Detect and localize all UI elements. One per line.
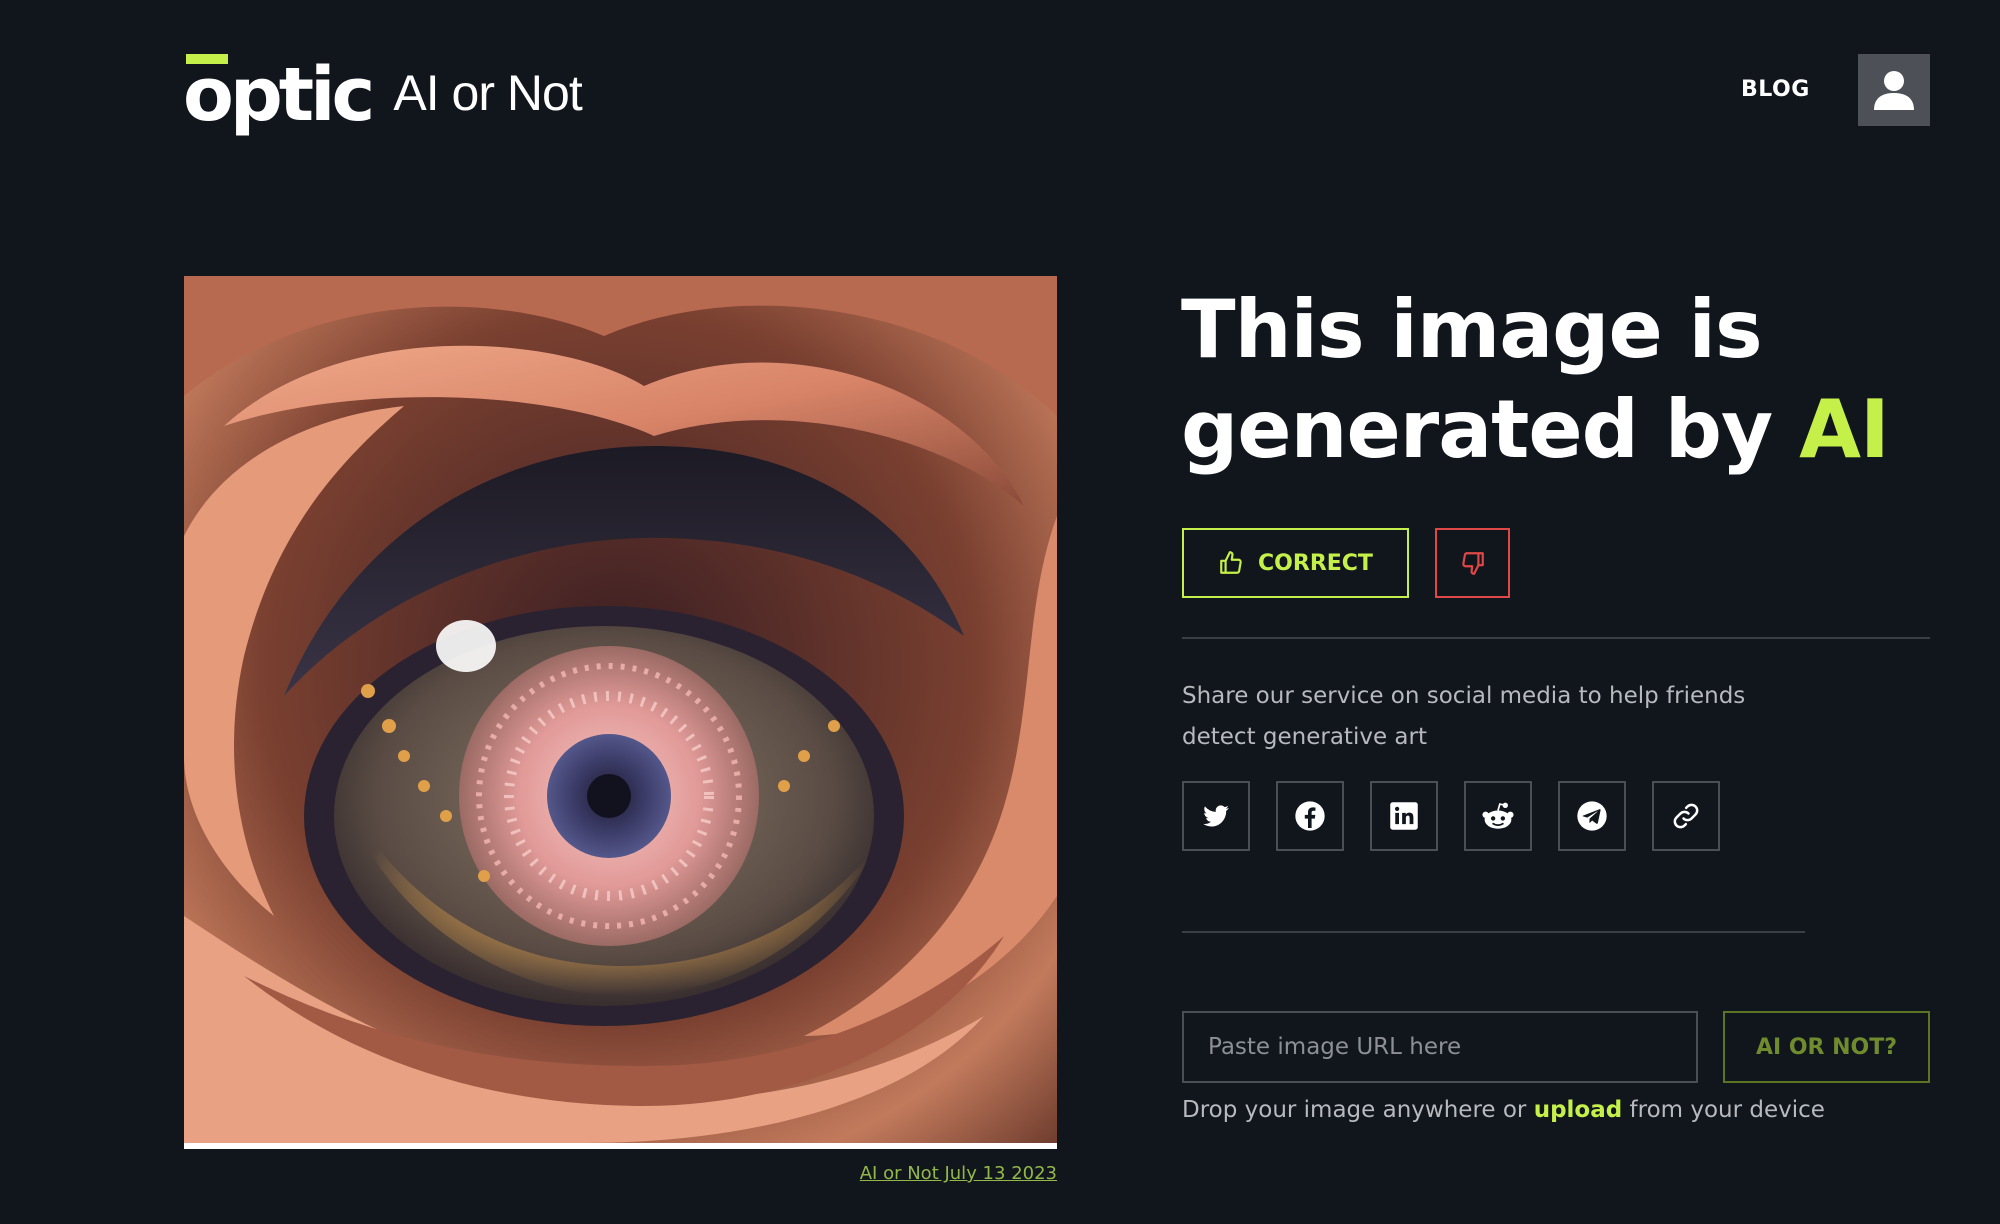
logo-wordmark: optic xyxy=(183,52,375,138)
share-twitter-button[interactable] xyxy=(1182,781,1250,851)
analyzed-image xyxy=(184,276,1057,1143)
link-icon xyxy=(1673,803,1699,829)
share-telegram-button[interactable] xyxy=(1558,781,1626,851)
verdict-heading: This image is generated by AI xyxy=(1181,280,2000,480)
telegram-icon xyxy=(1577,801,1607,831)
incorrect-button[interactable] xyxy=(1435,528,1510,598)
copy-link-button[interactable] xyxy=(1652,781,1720,851)
share-facebook-button[interactable] xyxy=(1276,781,1344,851)
verdict-highlight: AI xyxy=(1799,383,1890,476)
analysis-date-link[interactable]: AI or Not July 13 2023 xyxy=(860,1163,1057,1184)
thumbs-up-icon xyxy=(1220,551,1242,574)
thumbs-down-icon xyxy=(1461,552,1484,575)
image-underline xyxy=(184,1143,1057,1149)
upload-link[interactable]: upload xyxy=(1534,1097,1623,1123)
logo-product-name: AI or Not xyxy=(393,65,582,121)
share-linkedin-button[interactable] xyxy=(1370,781,1438,851)
linkedin-icon xyxy=(1390,802,1418,830)
upload-hint-suffix: from your device xyxy=(1622,1097,1825,1123)
image-url-input[interactable] xyxy=(1182,1011,1698,1083)
correct-button-label: CORRECT xyxy=(1258,550,1373,576)
correct-button[interactable]: CORRECT xyxy=(1182,528,1409,598)
user-icon xyxy=(1874,71,1914,110)
ai-or-not-submit-button[interactable]: AI OR NOT? xyxy=(1723,1011,1930,1083)
logo-mark: optic xyxy=(183,52,375,138)
divider xyxy=(1182,931,1805,933)
logo-accent-bar xyxy=(186,54,228,64)
verdict-prefix: This image is generated by xyxy=(1181,283,1800,476)
facebook-icon xyxy=(1295,801,1325,831)
share-buttons xyxy=(1182,781,1720,851)
divider xyxy=(1182,637,1930,639)
blog-link[interactable]: BLOG xyxy=(1741,77,1810,102)
share-description: Share our service on social media to hel… xyxy=(1182,683,1746,750)
account-button[interactable] xyxy=(1858,54,1930,126)
twitter-icon xyxy=(1203,805,1229,827)
logo[interactable]: optic AI or Not xyxy=(183,52,583,138)
reddit-icon xyxy=(1482,802,1514,829)
upload-hint: Drop your image anywhere or upload from … xyxy=(1182,1097,1825,1123)
share-reddit-button[interactable] xyxy=(1464,781,1532,851)
upload-hint-prefix: Drop your image anywhere or xyxy=(1182,1097,1534,1123)
